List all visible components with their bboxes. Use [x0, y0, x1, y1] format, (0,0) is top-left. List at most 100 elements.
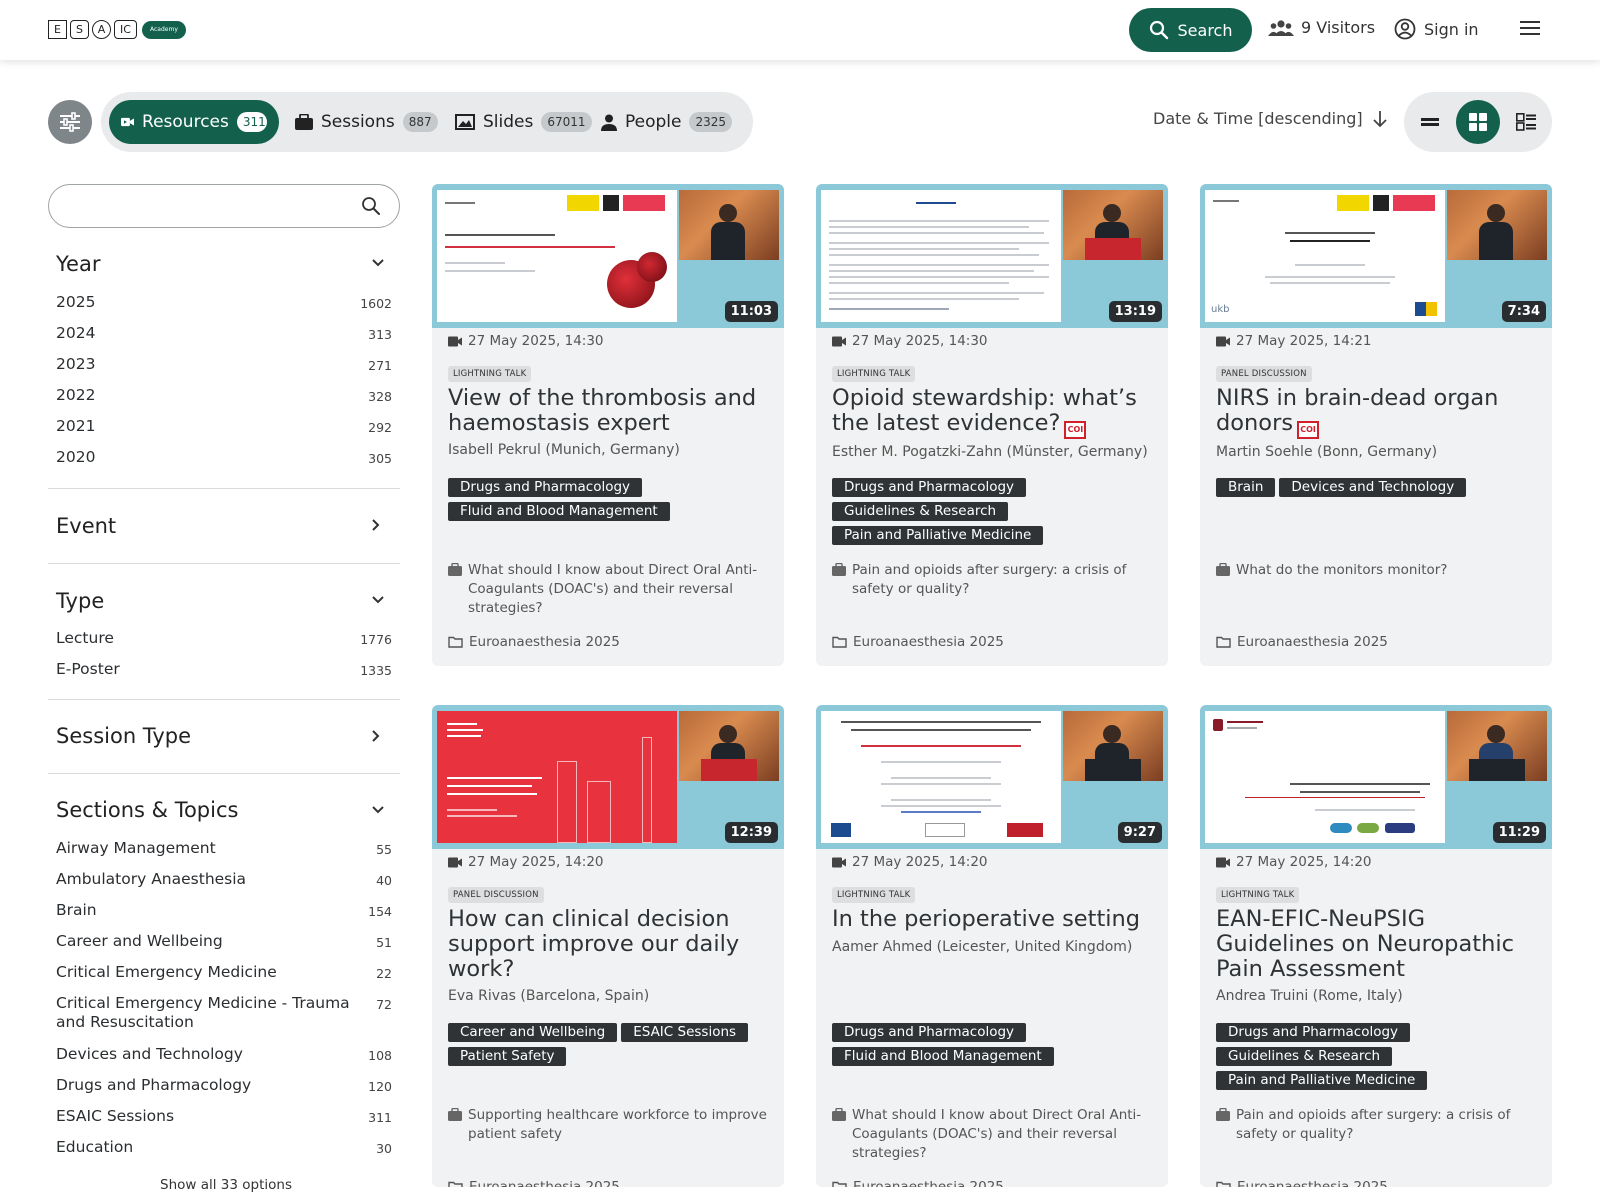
search-button[interactable]: Search	[1129, 8, 1252, 52]
topic-tag[interactable]: Pain and Palliative Medicine	[1216, 1071, 1428, 1090]
card-author[interactable]: Aamer Ahmed (Leicester, United Kingdom)	[832, 939, 1158, 955]
video-thumbnail[interactable]: 12:39	[432, 705, 784, 849]
topic-tag[interactable]: Career and Wellbeing	[448, 1023, 618, 1042]
facet-option[interactable]: ESAIC Sessions 311	[56, 1107, 392, 1125]
card-title[interactable]: EAN-EFIC-NeuPSIG Guidelines on Neuropath…	[1216, 907, 1542, 982]
card-session[interactable]: What do the monitors monitor?	[1216, 561, 1546, 580]
facet-option[interactable]: Ambulatory Anaesthesia 40	[56, 870, 392, 888]
topic-tag[interactable]: Drugs and Pharmacology	[448, 478, 643, 497]
topic-tag[interactable]: Guidelines & Research	[832, 502, 1009, 521]
facet-option[interactable]: 2025 1602	[56, 293, 392, 311]
card-event[interactable]: Euroanaesthesia 2025	[1216, 1179, 1388, 1187]
facet-year-title[interactable]: Year	[56, 252, 100, 276]
card-title-text: Opioid stewardship: what’s the latest ev…	[832, 385, 1137, 436]
tab-slides[interactable]: Slides 67011	[443, 100, 604, 144]
facet-session-type-title[interactable]: Session Type	[56, 724, 191, 748]
card-session[interactable]: What should I know about Direct Oral Ant…	[448, 561, 778, 618]
card-author[interactable]: Martin Soehle (Bonn, Germany)	[1216, 444, 1542, 460]
resource-card[interactable]: 9:27 27 May 2025, 14:20 LIGHTNING TALK I…	[816, 705, 1168, 1187]
card-title[interactable]: View of the thrombosis and haemostasis e…	[448, 386, 774, 436]
tab-sessions[interactable]: Sessions 887	[283, 100, 450, 144]
facet-option[interactable]: Devices and Technology 108	[56, 1045, 392, 1063]
topic-tag[interactable]: Brain	[1216, 478, 1276, 497]
resource-card[interactable]: 11:29 27 May 2025, 14:20 LIGHTNING TALK …	[1200, 705, 1552, 1187]
grid-view-button[interactable]	[1456, 100, 1500, 144]
topic-tag[interactable]: Drugs and Pharmacology	[832, 478, 1027, 497]
facet-option[interactable]: Critical Emergency Medicine - Trauma and…	[56, 994, 392, 1032]
facet-type-title[interactable]: Type	[56, 589, 104, 613]
card-title[interactable]: In the perioperative setting	[832, 907, 1158, 932]
tab-people[interactable]: People 2325	[589, 100, 744, 144]
facet-option[interactable]: Lecture 1776	[56, 629, 392, 647]
topic-tag[interactable]: Devices and Technology	[1279, 478, 1467, 497]
facet-option[interactable]: Career and Wellbeing 51	[56, 932, 392, 950]
visitors-indicator[interactable]: 9 Visitors	[1268, 18, 1375, 37]
resource-card[interactable]: ukb 7:34 27 May 2025, 14:21 PANEL DISCUS…	[1200, 184, 1552, 666]
chevron-right-icon[interactable]	[371, 729, 381, 743]
topic-tag[interactable]: Fluid and Blood Management	[448, 502, 670, 521]
chevron-down-icon[interactable]	[371, 258, 385, 268]
facet-option[interactable]: 2020 305	[56, 448, 392, 466]
card-event[interactable]: Euroanaesthesia 2025	[832, 1179, 1004, 1187]
facet-option[interactable]: Education 30	[56, 1138, 392, 1156]
card-session[interactable]: Pain and opioids after surgery: a crisis…	[1216, 1106, 1546, 1144]
filter-toggle-button[interactable]	[48, 100, 92, 144]
card-author[interactable]: Esther M. Pogatzki-Zahn (Münster, German…	[832, 444, 1158, 460]
facet-event-title[interactable]: Event	[56, 514, 116, 538]
card-author[interactable]: Isabell Pekrul (Munich, Germany)	[448, 442, 774, 458]
card-title[interactable]: NIRS in brain-dead organ donors COI	[1216, 386, 1542, 439]
show-all-options-link[interactable]: Show all 33 options	[160, 1177, 292, 1193]
speaker-video	[1063, 190, 1163, 260]
search-icon[interactable]	[361, 196, 381, 216]
facet-option[interactable]: Brain 154	[56, 901, 392, 919]
facet-option[interactable]: 2023 271	[56, 355, 392, 373]
chevron-down-icon[interactable]	[371, 805, 385, 815]
menu-icon[interactable]	[1520, 20, 1540, 36]
card-session[interactable]: Pain and opioids after surgery: a crisis…	[832, 561, 1162, 599]
esaic-logo[interactable]: E S A IC Academy	[48, 20, 186, 39]
facet-option[interactable]: Drugs and Pharmacology 120	[56, 1076, 392, 1094]
resource-card[interactable]: 11:03 27 May 2025, 14:30 LIGHTNING TALK …	[432, 184, 784, 666]
resource-card[interactable]: 13:19 27 May 2025, 14:30 LIGHTNING TALK …	[816, 184, 1168, 666]
video-thumbnail[interactable]: 11:03	[432, 184, 784, 328]
card-event[interactable]: Euroanaesthesia 2025	[832, 634, 1004, 650]
facet-option[interactable]: Airway Management 55	[56, 839, 392, 857]
facet-option[interactable]: 2021 292	[56, 417, 392, 435]
sign-in-link[interactable]: Sign in	[1394, 18, 1479, 40]
list-view-button[interactable]	[1408, 100, 1452, 144]
tab-resources[interactable]: Resources 3111	[109, 100, 279, 144]
facet-option[interactable]: E-Poster 1335	[56, 660, 392, 678]
card-title[interactable]: Opioid stewardship: what’s the latest ev…	[832, 386, 1158, 439]
card-author[interactable]: Eva Rivas (Barcelona, Spain)	[448, 988, 774, 1004]
chevron-right-icon[interactable]	[371, 518, 381, 532]
facet-option-label: ESAIC Sessions	[56, 1107, 175, 1125]
topic-tag[interactable]: Drugs and Pharmacology	[832, 1023, 1027, 1042]
sidebar-search-input[interactable]	[67, 185, 357, 225]
card-author[interactable]: Andrea Truini (Rome, Italy)	[1216, 988, 1542, 1004]
topic-tag[interactable]: Guidelines & Research	[1216, 1047, 1393, 1066]
topic-tag[interactable]: Fluid and Blood Management	[832, 1047, 1054, 1066]
sort-dropdown[interactable]: Date & Time [descending]	[1153, 109, 1387, 128]
card-event[interactable]: Euroanaesthesia 2025	[448, 634, 620, 650]
video-thumbnail[interactable]: 13:19	[816, 184, 1168, 328]
compact-grid-view-button[interactable]	[1504, 100, 1548, 144]
facet-option[interactable]: Critical Emergency Medicine 22	[56, 963, 392, 981]
facet-option[interactable]: 2024 313	[56, 324, 392, 342]
topic-tag[interactable]: Drugs and Pharmacology	[1216, 1023, 1411, 1042]
card-title-text: NIRS in brain-dead organ donors	[1216, 385, 1499, 436]
topic-tag[interactable]: Pain and Palliative Medicine	[832, 526, 1044, 545]
video-thumbnail[interactable]: 9:27	[816, 705, 1168, 849]
video-thumbnail[interactable]: 11:29	[1200, 705, 1552, 849]
topic-tag[interactable]: Patient Safety	[448, 1047, 567, 1066]
card-event[interactable]: Euroanaesthesia 2025	[448, 1179, 620, 1187]
card-session[interactable]: What should I know about Direct Oral Ant…	[832, 1106, 1162, 1163]
facet-sections-title[interactable]: Sections & Topics	[56, 798, 238, 822]
resource-card[interactable]: 12:39 27 May 2025, 14:20 PANEL DISCUSSIO…	[432, 705, 784, 1187]
card-event[interactable]: Euroanaesthesia 2025	[1216, 634, 1388, 650]
topic-tag[interactable]: ESAIC Sessions	[621, 1023, 749, 1042]
facet-option[interactable]: 2022 328	[56, 386, 392, 404]
card-session[interactable]: Supporting healthcare workforce to impro…	[448, 1106, 778, 1144]
card-title[interactable]: How can clinical decision support improv…	[448, 907, 774, 982]
video-thumbnail[interactable]: ukb 7:34	[1200, 184, 1552, 328]
chevron-down-icon[interactable]	[371, 595, 385, 605]
